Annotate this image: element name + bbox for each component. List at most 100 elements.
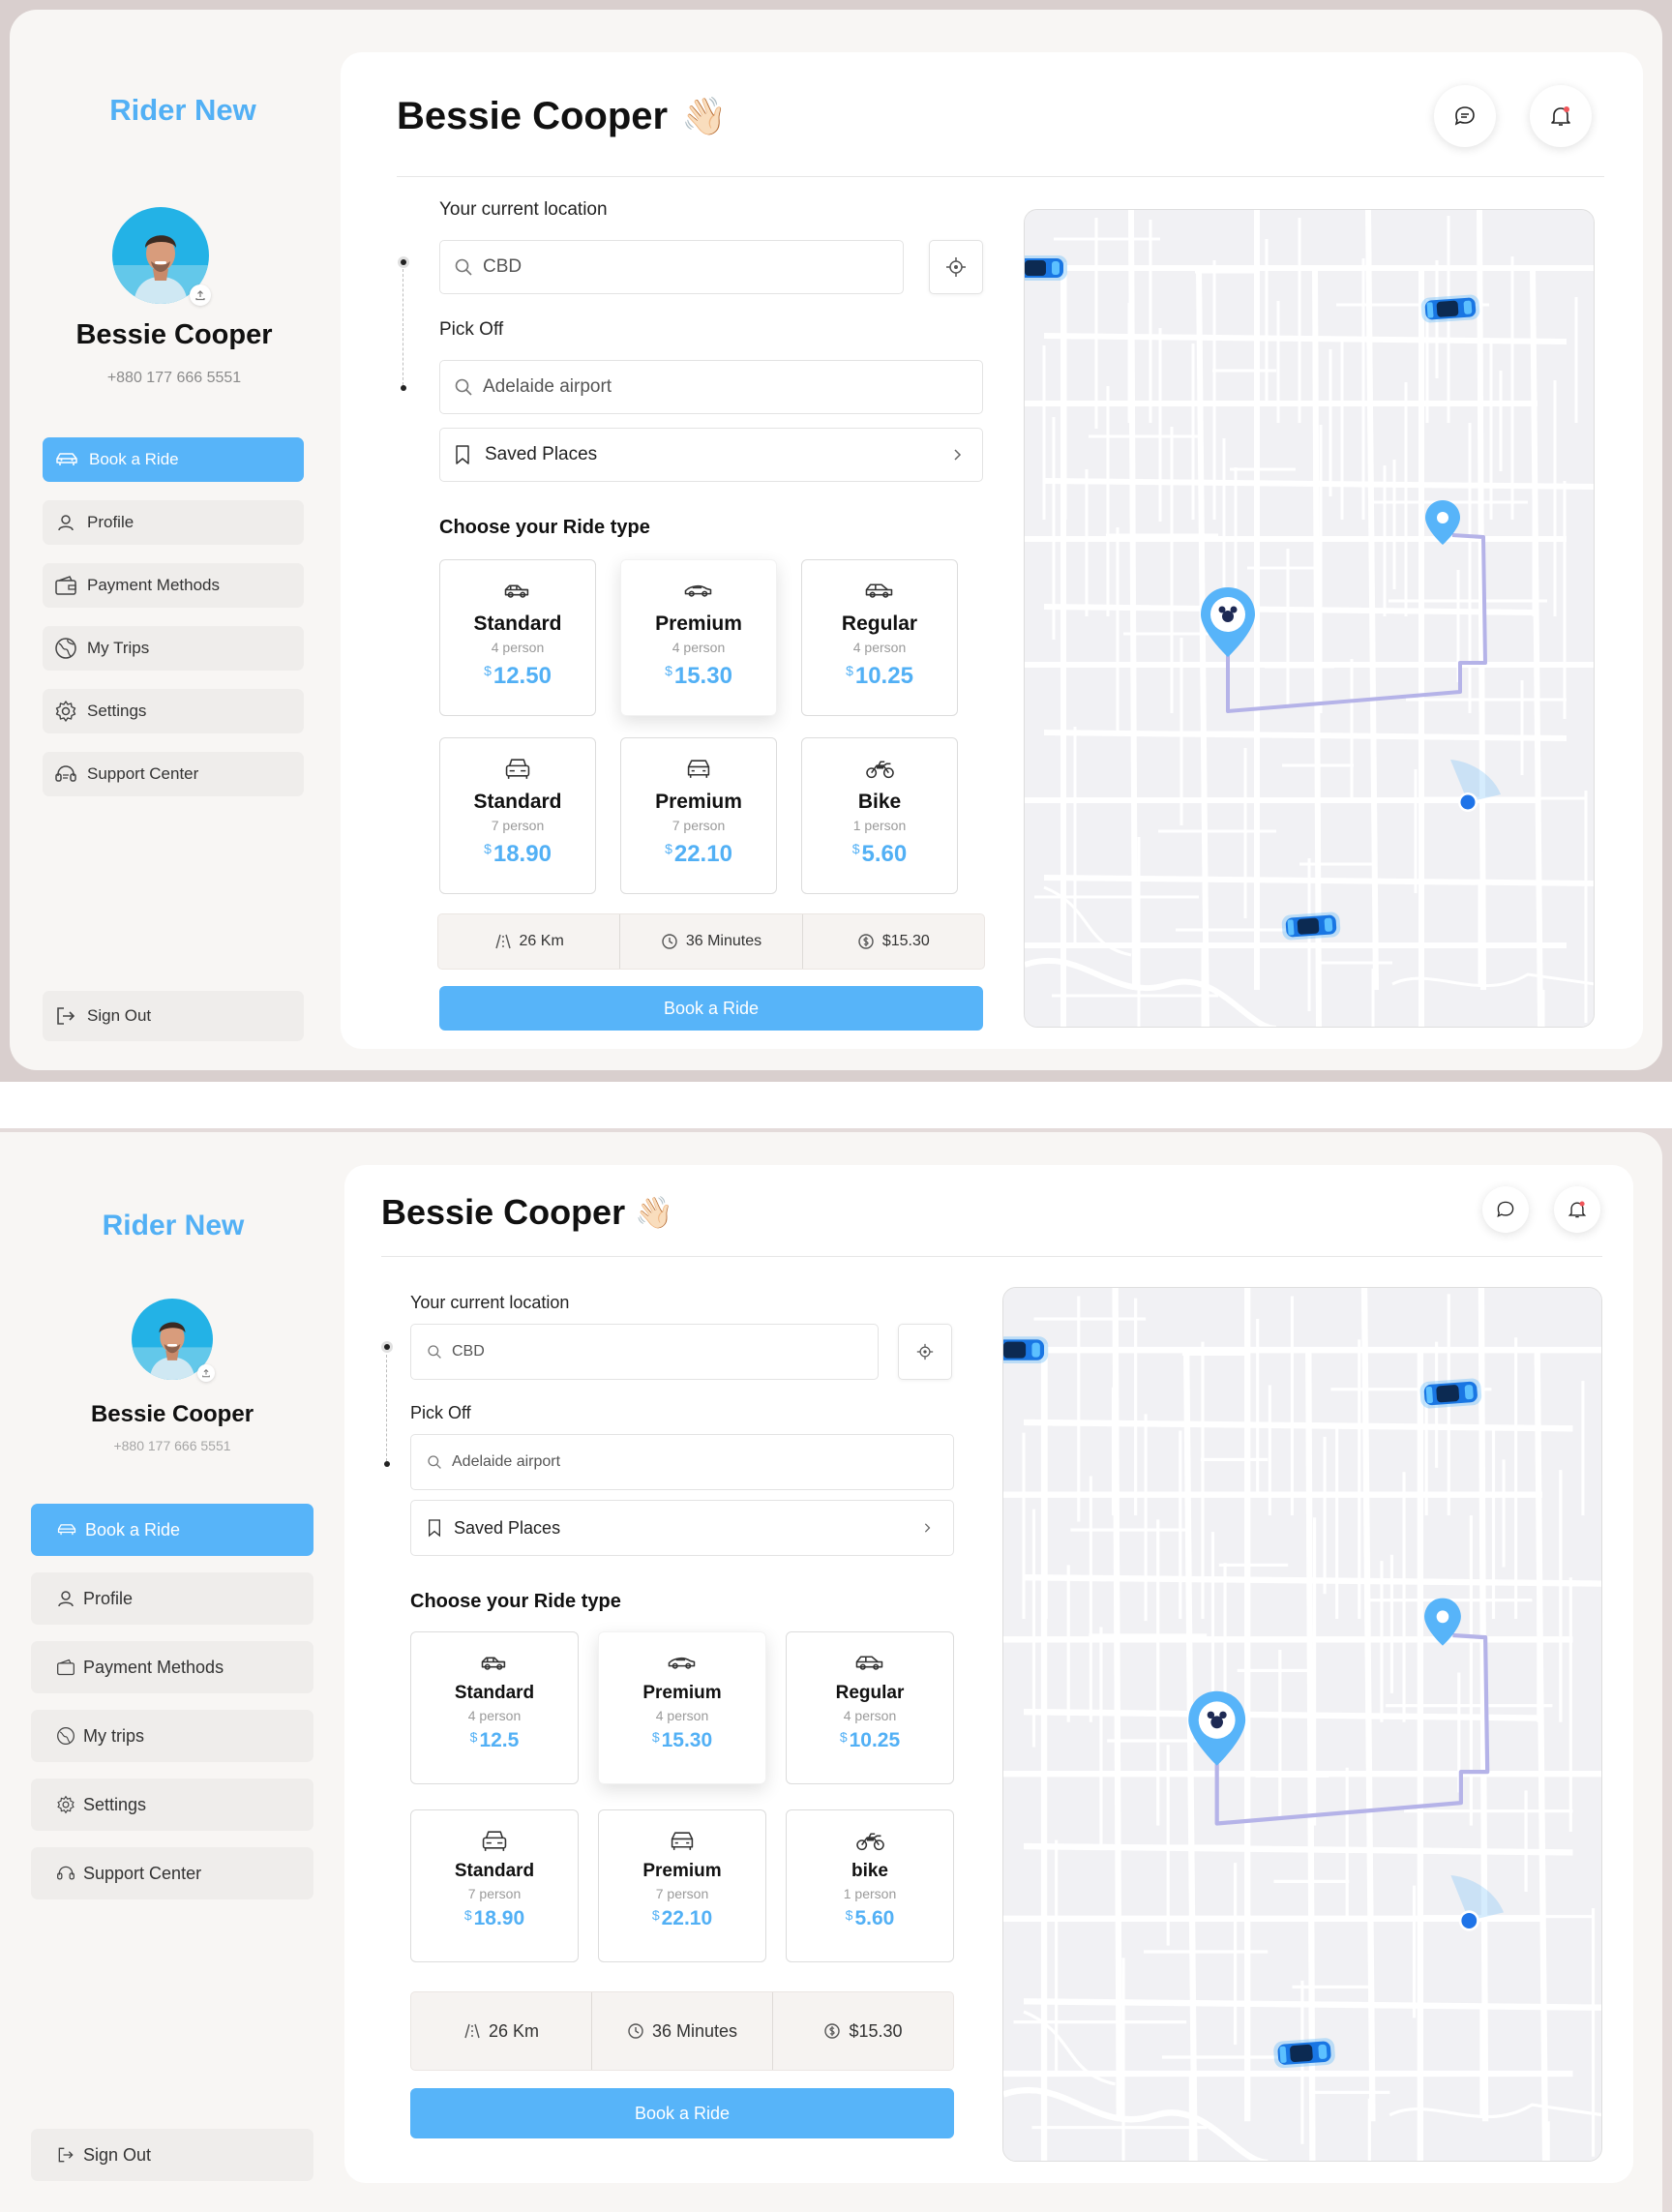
nav-support-center[interactable]: Support Center	[31, 1847, 314, 1899]
ride-name: Premium	[655, 791, 742, 813]
upload-icon[interactable]	[190, 284, 211, 306]
search-icon	[428, 1345, 441, 1359]
nav-payment-methods[interactable]: Payment Methods	[43, 563, 304, 608]
map-canvas[interactable]	[1003, 1288, 1602, 2162]
distance-value: 26 Km	[488, 2020, 540, 2041]
nav-label: Profile	[83, 1588, 134, 1608]
price-amount: 18.90	[473, 1907, 525, 1929]
price-amount: 15.30	[673, 663, 732, 689]
nav-my-trips[interactable]: My trips	[31, 1710, 314, 1762]
ride-name: Standard	[454, 1683, 535, 1703]
currency-symbol: $	[851, 841, 860, 856]
ride-option-regular-4[interactable]: Regular 4 person $10.25	[801, 559, 958, 716]
nav-book-a-ride[interactable]: Book a Ride	[43, 437, 304, 482]
ride-capacity: 7 person	[467, 1886, 522, 1901]
user-phone: +880 177 666 5551	[113, 1438, 231, 1453]
pickoff-input[interactable]	[483, 376, 982, 398]
nav-settings[interactable]: Settings	[43, 689, 304, 733]
car-marker-icon	[1281, 912, 1341, 941]
nav-support-center[interactable]: Support Center	[43, 752, 304, 796]
road-icon	[494, 934, 511, 949]
ride-option-premium-4[interactable]: Premium 4 person $15.30	[620, 559, 777, 716]
currency-symbol: $	[845, 1907, 853, 1923]
currency-symbol: $	[463, 1907, 472, 1923]
sign-out-button[interactable]: Sign Out	[31, 2129, 314, 2181]
nav-book-a-ride[interactable]: Book a Ride	[31, 1504, 314, 1556]
nav-my-trips[interactable]: My Trips	[43, 626, 304, 671]
sedan-icon	[481, 1657, 506, 1670]
ride-capacity: 7 person	[491, 818, 545, 833]
nav-settings[interactable]: Settings	[31, 1779, 314, 1831]
price-amount: 10.25	[849, 1729, 901, 1751]
duration-cell: 36 Minutes	[620, 933, 801, 950]
ride-price: $10.25	[846, 663, 913, 690]
sign-out-button[interactable]: Sign Out	[43, 991, 304, 1041]
map-view[interactable]	[1024, 209, 1595, 1028]
chevron-right-icon	[924, 1523, 931, 1533]
sports-car-icon	[684, 584, 712, 597]
map-view[interactable]	[1002, 1287, 1602, 2162]
ride-option-regular-4[interactable]: Regular 4 person $10.25	[786, 1631, 954, 1784]
ride-option-standard-4[interactable]: Standard 4 person $12.5	[410, 1631, 579, 1784]
nav-label: Book a Ride	[85, 1519, 181, 1539]
locate-me-button[interactable]	[898, 1324, 952, 1380]
app-window: Rider New Bessie Cooper +880 177 666 555…	[0, 1132, 1662, 2212]
currency-symbol: $	[484, 663, 492, 678]
nav-label: Support Center	[83, 1863, 202, 1883]
nav-profile[interactable]: Profile	[31, 1572, 314, 1625]
ride-option-standard-4[interactable]: Standard 4 person $12.50	[439, 559, 596, 716]
nav-payment-methods[interactable]: Payment Methods	[31, 1641, 314, 1693]
nav-label: Payment Methods	[83, 1657, 224, 1677]
saved-places-button[interactable]: Saved Places	[439, 428, 983, 482]
avatar[interactable]	[112, 207, 211, 306]
book-a-ride-button[interactable]: Book a Ride	[410, 2088, 954, 2138]
map-canvas[interactable]	[1025, 210, 1595, 1028]
brand-logo[interactable]: Rider New	[52, 93, 314, 128]
crosshair-icon	[946, 257, 966, 277]
saved-places-button[interactable]: Saved Places	[410, 1500, 954, 1556]
car-marker-icon	[1419, 1378, 1482, 1409]
locate-me-button[interactable]	[929, 240, 983, 294]
current-location-input[interactable]	[483, 256, 903, 278]
notification-button[interactable]	[1530, 85, 1592, 147]
ride-option-standard-7[interactable]: Standard 7 person $18.90	[410, 1809, 579, 1962]
nav-label: Profile	[87, 513, 134, 531]
book-a-ride-button[interactable]: Book a Ride	[439, 986, 983, 1031]
brand-logo[interactable]: Rider New	[43, 1210, 304, 1242]
currency-symbol: $	[846, 663, 853, 678]
ride-option-bike-1[interactable]: Bike 1 person $5.60	[801, 737, 958, 894]
ride-name: Bike	[857, 791, 902, 813]
price-amount: 5.60	[861, 841, 908, 867]
duration-cell: 36 Minutes	[592, 2021, 772, 2042]
pickoff-field[interactable]	[410, 1434, 954, 1490]
fare-cell: $15.30	[773, 2021, 953, 2042]
nav-label: My trips	[83, 1725, 144, 1746]
current-location-field[interactable]	[439, 240, 904, 294]
chat-button[interactable]	[1482, 1186, 1529, 1233]
ride-option-standard-7[interactable]: Standard 7 person $18.90	[439, 737, 596, 894]
user-name: Bessie Cooper	[75, 319, 273, 350]
currency-symbol: $	[651, 1907, 660, 1923]
notification-button[interactable]	[1554, 1186, 1600, 1233]
user-icon	[58, 1591, 74, 1607]
current-location-input[interactable]	[452, 1343, 878, 1360]
pickoff-field[interactable]	[439, 360, 983, 414]
car-icon	[56, 453, 77, 465]
pickoff-dot	[401, 385, 406, 391]
ride-option-premium-4[interactable]: Premium 4 person $15.30	[598, 1631, 766, 1784]
bookmark-icon	[456, 445, 469, 464]
dollar-coin-icon	[858, 934, 874, 949]
sign-out-icon	[57, 1007, 75, 1025]
pickoff-input[interactable]	[452, 1453, 953, 1471]
saved-places-label: Saved Places	[454, 1517, 561, 1538]
nav-profile[interactable]: Profile	[43, 500, 304, 545]
current-location-field[interactable]	[410, 1324, 879, 1380]
ride-option-premium-7[interactable]: Premium 7 person $22.10	[620, 737, 777, 894]
avatar[interactable]	[132, 1299, 215, 1382]
chat-button[interactable]	[1434, 85, 1496, 147]
ride-name: Standard	[473, 791, 562, 813]
upload-icon[interactable]	[197, 1364, 215, 1382]
clock-icon	[628, 2023, 643, 2039]
ride-option-bike-1[interactable]: bike 1 person $5.60	[786, 1809, 954, 1962]
ride-option-premium-7[interactable]: Premium 7 person $22.10	[598, 1809, 766, 1962]
